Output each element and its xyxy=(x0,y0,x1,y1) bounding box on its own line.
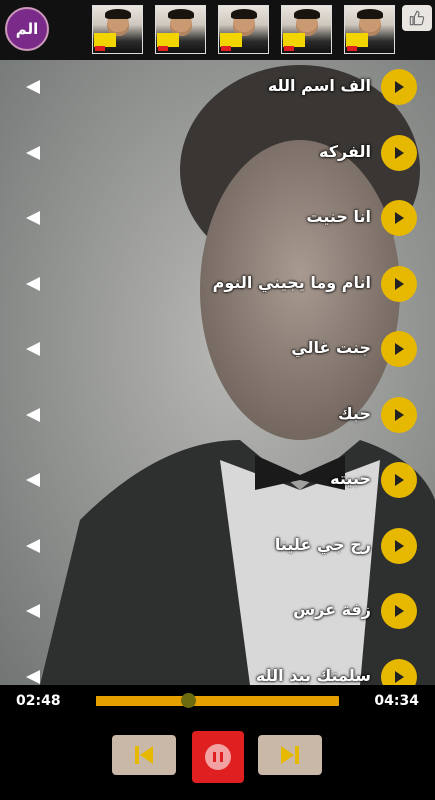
play-button[interactable] xyxy=(381,527,417,564)
song-row[interactable]: الف اسم الله xyxy=(0,60,435,126)
triangle-left-icon[interactable] xyxy=(26,211,40,225)
play-icon xyxy=(395,408,404,421)
song-title: حبيته xyxy=(330,469,371,488)
song-list: الف اسم الله الفركه انا حنيت انام وما يجيني… xyxy=(0,60,435,685)
song-title: حبك xyxy=(338,403,371,423)
ad-thumbnail[interactable] xyxy=(92,5,143,54)
play-button[interactable] xyxy=(381,134,417,171)
song-row[interactable]: انام وما يجيني النوم xyxy=(0,257,435,323)
play-button[interactable] xyxy=(381,396,417,433)
play-icon xyxy=(395,670,404,683)
play-icon xyxy=(395,539,404,552)
song-row[interactable]: زفة عرس xyxy=(0,584,435,650)
song-title: رح جي علينا xyxy=(274,534,371,554)
song-title: الف اسم الله xyxy=(267,76,371,95)
seek-fill xyxy=(96,696,189,706)
app-icon[interactable]: الم xyxy=(5,7,49,51)
ad-thumbnail[interactable] xyxy=(281,5,332,54)
triangle-left-icon[interactable] xyxy=(26,80,40,94)
song-row[interactable]: انا حنيت xyxy=(0,191,435,257)
song-title: انام وما يجيني النوم xyxy=(212,272,371,292)
ad-thumbnail[interactable] xyxy=(344,5,395,54)
player-bar: 02:48 04:34 xyxy=(0,685,435,800)
song-title: جنت غالي xyxy=(291,338,371,357)
ad-thumbnail[interactable] xyxy=(218,5,269,54)
triangle-left-icon[interactable] xyxy=(26,669,40,684)
song-list-area: الف اسم الله الفركه انا حنيت انام وما يجيني… xyxy=(0,60,435,685)
elapsed-time: 02:48 xyxy=(16,693,61,709)
triangle-left-icon[interactable] xyxy=(26,407,40,422)
pause-icon xyxy=(205,744,231,770)
play-button[interactable] xyxy=(381,593,417,629)
play-icon xyxy=(395,277,404,290)
song-title: زفة عرس xyxy=(293,600,371,619)
song-row[interactable]: حبك xyxy=(0,388,435,454)
playback-controls xyxy=(0,731,435,789)
play-button[interactable] xyxy=(381,331,417,367)
triangle-left-icon[interactable] xyxy=(26,473,40,487)
previous-button[interactable] xyxy=(112,735,176,775)
song-title: سلمتك بيد الله xyxy=(255,665,371,685)
play-button[interactable] xyxy=(381,265,417,302)
song-row[interactable]: سلمتك بيد الله xyxy=(0,650,435,685)
play-icon xyxy=(395,474,404,486)
skip-next-icon xyxy=(281,746,299,764)
ad-thumbnail[interactable] xyxy=(155,5,206,54)
song-title: انا حنيت xyxy=(306,207,371,226)
song-title: الفركه xyxy=(319,141,371,161)
play-icon xyxy=(395,212,404,224)
triangle-left-icon[interactable] xyxy=(26,342,40,356)
song-row[interactable]: رح جي علينا xyxy=(0,519,435,585)
triangle-left-icon[interactable] xyxy=(26,604,40,618)
seek-bar[interactable] xyxy=(96,693,339,708)
total-time: 04:34 xyxy=(374,693,419,709)
play-icon xyxy=(395,343,404,355)
play-icon xyxy=(395,81,404,93)
triangle-left-icon[interactable] xyxy=(26,276,40,291)
skip-previous-icon xyxy=(135,746,153,764)
ad-banner[interactable] xyxy=(92,5,395,54)
play-button[interactable] xyxy=(381,200,417,236)
play-icon xyxy=(395,605,404,617)
song-row[interactable]: جنت غالي xyxy=(0,322,435,388)
triangle-left-icon[interactable] xyxy=(26,145,40,160)
next-button[interactable] xyxy=(258,735,322,775)
play-button[interactable] xyxy=(381,462,417,498)
song-row[interactable]: حبيته xyxy=(0,453,435,519)
play-button[interactable] xyxy=(381,69,417,105)
play-button[interactable] xyxy=(381,658,417,685)
play-icon xyxy=(395,146,404,159)
song-row[interactable]: الفركه xyxy=(0,126,435,192)
triangle-left-icon[interactable] xyxy=(26,538,40,553)
seek-knob[interactable] xyxy=(181,693,197,708)
thumbs-up-icon[interactable] xyxy=(402,5,432,31)
pause-button[interactable] xyxy=(192,731,244,783)
top-bar: الم xyxy=(0,0,435,60)
